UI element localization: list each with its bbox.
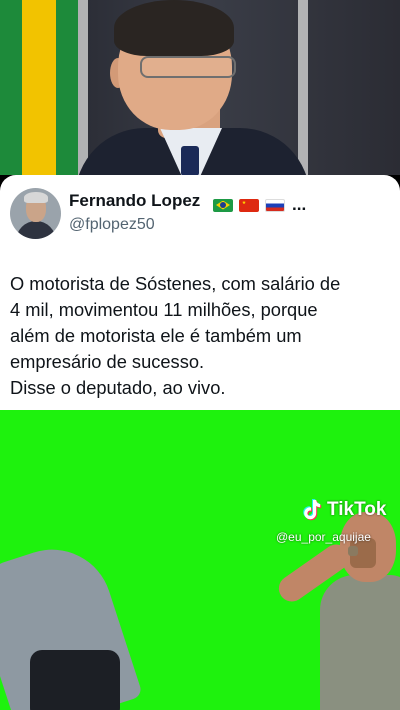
wristwatch <box>348 546 358 556</box>
brazil-flag-icon <box>213 198 233 212</box>
china-flag-icon <box>239 198 259 212</box>
tiktok-username: @eu_por_aquijae <box>276 530 371 544</box>
tiktok-logo-icon <box>303 499 322 521</box>
tweet-line: O motorista de Sóstenes, com salário de <box>10 273 341 294</box>
tweet-line: empresário de sucesso. <box>10 351 205 372</box>
author-name[interactable]: Fernando Lopez <box>69 191 200 211</box>
tweet-line: além de motorista ele é também um <box>10 325 302 346</box>
author-handle[interactable]: @fplopez50 <box>69 216 155 234</box>
name-overflow: ... <box>292 195 307 214</box>
tie <box>181 146 199 175</box>
tweet-line: 4 mil, movimentou 11 milhões, porque <box>10 299 318 320</box>
tweet-line: Disse o deputado, ao vivo. <box>10 377 226 398</box>
tweet-card: Fernando Lopez ... @fplopez50 O motorist… <box>0 175 400 410</box>
avatar[interactable] <box>10 188 61 239</box>
name-flags: ... <box>213 195 306 215</box>
politician-photo <box>0 0 400 175</box>
tiktok-brand: TikTok <box>327 499 387 520</box>
glasses <box>140 56 236 78</box>
person-right <box>320 575 400 710</box>
brazil-flag-backdrop <box>0 0 78 175</box>
tiktok-watermark: TikTok <box>299 498 386 522</box>
green-screen-video[interactable]: TikTok @eu_por_aquijae <box>0 410 400 710</box>
russia-flag-icon <box>265 198 285 212</box>
tweet-text: O motorista de Sóstenes, com salário de … <box>10 271 392 401</box>
